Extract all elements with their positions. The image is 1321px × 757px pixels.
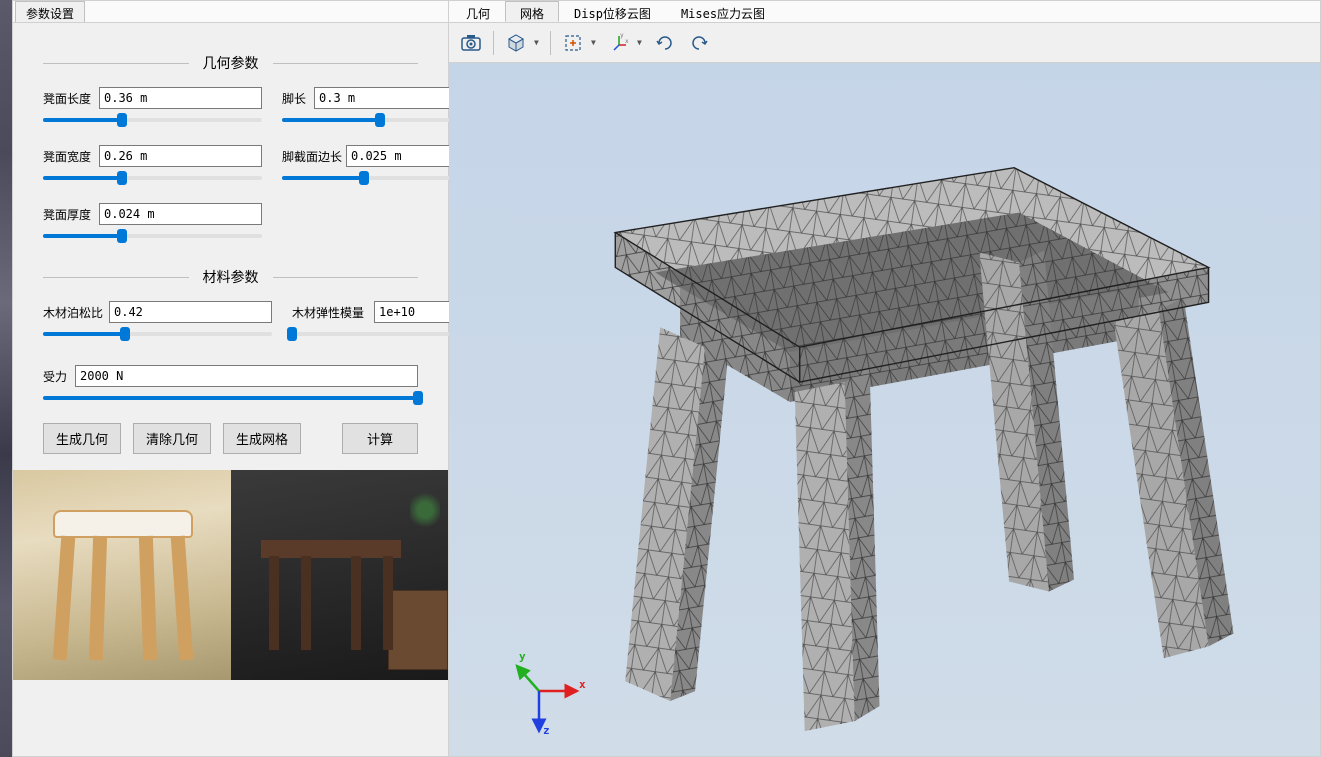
tab-disp[interactable]: Disp位移云图: [559, 1, 666, 22]
seat-thick-slider[interactable]: [43, 229, 262, 243]
seat-length-slider[interactable]: [43, 113, 262, 127]
geom-section-title: 几何参数: [189, 53, 273, 73]
seat-width-label: 凳面宽度: [43, 148, 95, 165]
compute-button[interactable]: 计算: [342, 423, 418, 454]
material-section-header: 材料参数: [43, 267, 418, 287]
fit-view-dropdown[interactable]: ▼: [591, 38, 601, 47]
side-panel: 参数设置 几何参数 凳面长度 脚长: [12, 0, 449, 757]
seat-length-input[interactable]: [99, 87, 262, 109]
force-label: 受力: [43, 368, 71, 385]
axis-gizmo: x y z: [499, 646, 589, 736]
view-cube-icon[interactable]: [500, 29, 532, 57]
seat-width-slider[interactable]: [43, 171, 262, 185]
elastic-label: 木材弹性模量: [292, 304, 370, 321]
geom-section-header: 几何参数: [43, 53, 418, 73]
tab-mises[interactable]: Mises应力云图: [666, 1, 780, 22]
tab-mesh[interactable]: 网格: [505, 1, 559, 22]
force-input[interactable]: [75, 365, 418, 387]
viewport-3d[interactable]: x y z: [449, 63, 1320, 756]
force-slider[interactable]: [43, 391, 418, 405]
generate-mesh-button[interactable]: 生成网格: [223, 423, 301, 454]
material-section-title: 材料参数: [189, 267, 273, 287]
rotate-cw-icon[interactable]: [649, 29, 681, 57]
preview-image-light: [13, 470, 231, 680]
seat-thick-input[interactable]: [99, 203, 262, 225]
fit-view-icon[interactable]: [557, 29, 589, 57]
svg-text:x: x: [625, 38, 629, 45]
poisson-input[interactable]: [109, 301, 272, 323]
coord-axes-icon[interactable]: yx: [603, 29, 635, 57]
tab-geometry[interactable]: 几何: [451, 1, 505, 22]
preview-image-dark: [231, 470, 449, 680]
seat-length-label: 凳面长度: [43, 90, 95, 107]
svg-text:y: y: [519, 650, 526, 663]
svg-text:z: z: [543, 724, 550, 736]
panel-content: 几何参数 凳面长度 脚长: [13, 23, 448, 464]
camera-icon[interactable]: [455, 29, 487, 57]
leg-section-label: 脚截面边长: [282, 148, 342, 165]
coord-axes-dropdown[interactable]: ▼: [637, 38, 647, 47]
side-tab-params[interactable]: 参数设置: [15, 1, 85, 22]
rotate-ccw-icon[interactable]: [683, 29, 715, 57]
main-area: 几何 网格 Disp位移云图 Mises应力云图 ▼ ▼ yx ▼: [449, 0, 1321, 757]
seat-thick-label: 凳面厚度: [43, 206, 95, 223]
viewport-toolbar: ▼ ▼ yx ▼: [449, 23, 1320, 63]
main-tab-bar: 几何 网格 Disp位移云图 Mises应力云图: [449, 1, 1320, 23]
view-cube-dropdown[interactable]: ▼: [534, 38, 544, 47]
side-tab-bar: 参数设置: [13, 1, 448, 23]
seat-width-input[interactable]: [99, 145, 262, 167]
svg-text:x: x: [579, 678, 586, 691]
svg-text:y: y: [620, 33, 624, 39]
window-left-edge: [0, 0, 12, 757]
poisson-label: 木材泊松比: [43, 304, 105, 321]
poisson-slider[interactable]: [43, 327, 272, 341]
leg-length-slider[interactable]: [282, 113, 477, 127]
generate-geometry-button[interactable]: 生成几何: [43, 423, 121, 454]
clear-geometry-button[interactable]: 清除几何: [133, 423, 211, 454]
preview-images: [13, 470, 448, 680]
leg-length-label: 脚长: [282, 90, 310, 107]
